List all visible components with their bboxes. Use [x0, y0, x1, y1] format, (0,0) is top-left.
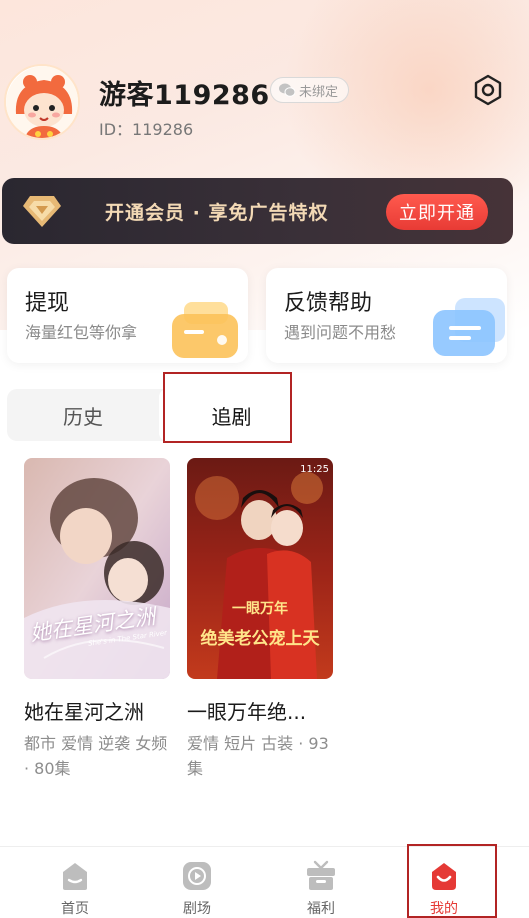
poster-timestamp: 11:25	[300, 464, 329, 475]
wechat-status: 未绑定	[299, 84, 339, 100]
withdraw-title: 提现	[25, 291, 70, 316]
drama-tags: 都市 爱情 逆袭 女频 · 80集	[24, 734, 168, 778]
poster-subcaption: 绝美老公宠上天	[200, 629, 320, 649]
settings-icon	[474, 74, 502, 106]
nav-home[interactable]: 首页	[45, 859, 105, 918]
tab-following[interactable]: 追剧	[159, 389, 304, 441]
nav-mine-label: 我的	[430, 901, 458, 917]
drama-item[interactable]: 她在星河之洲 She's in The Star River 她在星河之洲 都市…	[24, 458, 170, 781]
withdraw-card[interactable]: 提现 海量红包等你拿	[7, 268, 248, 363]
poster-caption: 一眼万年	[232, 601, 288, 617]
wallet-icon	[172, 302, 238, 358]
nav-mine[interactable]: 我的	[414, 859, 474, 918]
chat-bubble-icon	[433, 298, 505, 356]
home-icon	[63, 863, 87, 890]
play-icon	[183, 862, 211, 890]
withdraw-subtitle: 海量红包等你拿	[25, 323, 138, 342]
settings-button[interactable]	[470, 72, 506, 108]
wechat-bind-badge[interactable]: 未绑定	[270, 77, 350, 103]
nav-home-label: 首页	[61, 901, 89, 917]
drama-tags: 爱情 短片 古装 · 93集	[187, 734, 329, 778]
nav-welfare-label: 福利	[307, 901, 335, 917]
avatar[interactable]	[4, 64, 80, 140]
nav-theater-label: 剧场	[183, 901, 211, 917]
content-tabs: 历史 追剧	[7, 389, 304, 441]
vip-promo-text: 开通会员 · 享免广告特权	[105, 202, 329, 224]
username: 游客119286	[99, 80, 270, 111]
drama-title: 她在星河之洲	[24, 700, 144, 724]
drama-item[interactable]: 11:25 一眼万年 绝美老公宠上天 一眼万年绝... 爱情 短片 古装 · 9…	[187, 458, 333, 781]
tab-history[interactable]: 历史	[7, 389, 159, 441]
vip-banner[interactable]: 开通会员 · 享免广告特权 立即开通	[2, 178, 513, 244]
diamond-icon	[23, 196, 61, 227]
open-vip-button[interactable]: 立即开通	[386, 194, 488, 230]
gift-icon	[307, 860, 335, 890]
user-id: ID：119286	[99, 120, 194, 139]
wechat-icon	[279, 83, 295, 97]
bottom-nav: 首页 剧场 福利 我的	[0, 846, 529, 918]
nav-welfare[interactable]: 福利	[291, 859, 351, 918]
drama-poster[interactable]: 11:25 一眼万年 绝美老公宠上天	[187, 458, 333, 679]
drama-title: 一眼万年绝...	[187, 700, 307, 724]
feedback-title: 反馈帮助	[284, 291, 373, 316]
drama-poster[interactable]: 她在星河之洲 She's in The Star River	[24, 458, 170, 679]
nav-theater[interactable]: 剧场	[167, 859, 227, 918]
mine-icon	[432, 863, 456, 890]
feedback-card[interactable]: 反馈帮助 遇到问题不用愁	[266, 268, 507, 363]
feedback-subtitle: 遇到问题不用愁	[284, 323, 397, 342]
